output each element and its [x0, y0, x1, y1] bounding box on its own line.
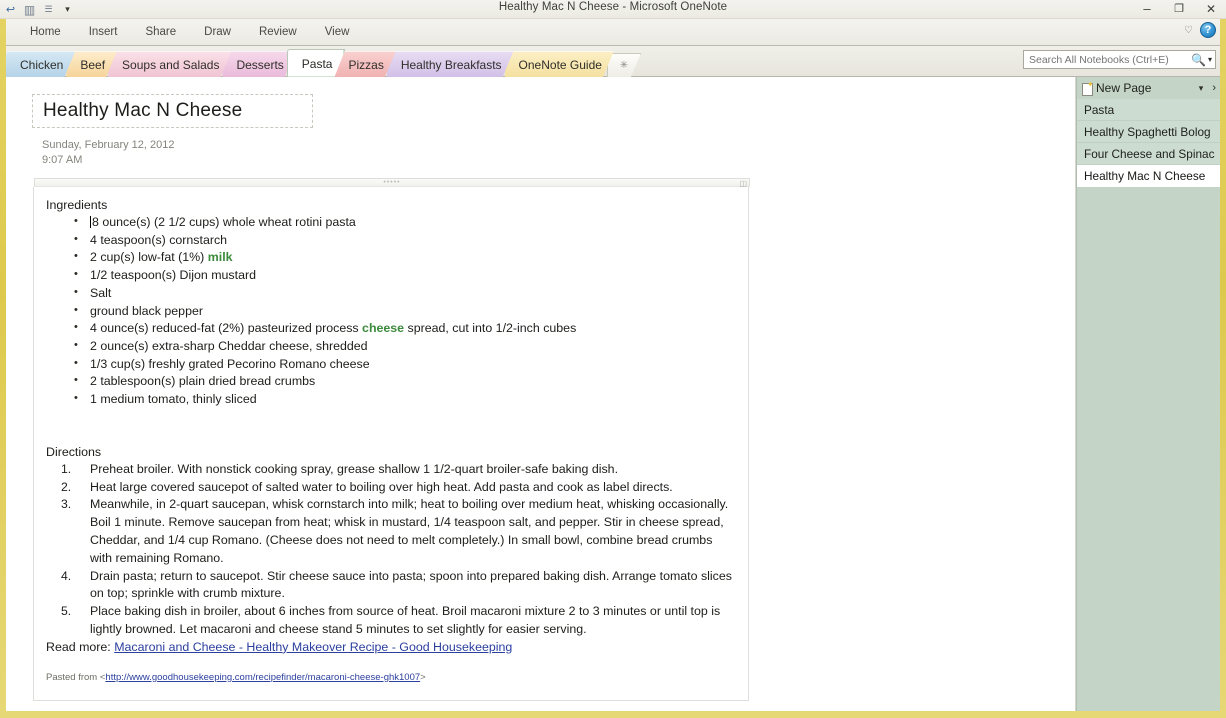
ribbon-options-icon[interactable]: ♡	[1184, 25, 1193, 36]
list-item: 4 teaspoon(s) cornstarch	[52, 232, 736, 250]
note-container[interactable]: ••••• ◫ Ingredients 8 ounce(s) (2 1/2 cu…	[33, 187, 749, 701]
read-more-link[interactable]: Macaroni and Cheese - Healthy Makeover R…	[114, 640, 512, 654]
list-item: Salt	[52, 285, 736, 303]
help-icon[interactable]: ?	[1200, 22, 1216, 38]
section-tab-soups-and-salads[interactable]: Soups and Salads	[108, 51, 231, 77]
section-tab-chicken[interactable]: Chicken	[6, 51, 75, 77]
text-cursor	[90, 216, 91, 228]
new-page-button[interactable]: ✦ New Page ▾ ›	[1077, 77, 1220, 99]
window-controls: – ❐ ✕	[1136, 1, 1222, 16]
directions-list: Preheat broiler. With nonstick cooking s…	[52, 461, 736, 639]
new-page-icon: ✦	[1082, 82, 1093, 95]
list-item: Drain pasta; return to saucepot. Stir ch…	[52, 568, 736, 604]
onenote-window: ↩ ▥ ☰ ▾ Healthy Mac N Cheese - Microsoft…	[0, 0, 1226, 718]
list-item: 8 ounce(s) (2 1/2 cups) whole wheat roti…	[52, 214, 736, 232]
list-item: 1/2 teaspoon(s) Dijon mustard	[52, 267, 736, 285]
ribbon-tab-list: Home Insert Share Draw Review View	[6, 19, 1220, 45]
window-title: Healthy Mac N Cheese - Microsoft OneNote	[0, 1, 1226, 13]
section-tab-list: Chicken Beef Soups and Salads Desserts P…	[6, 49, 641, 77]
pasted-from-prefix: Pasted from <	[46, 672, 105, 683]
list-item: 2 tablespoon(s) plain dried bread crumbs	[52, 373, 736, 391]
ribbon-tab-share[interactable]: Share	[131, 22, 190, 43]
source-url-link[interactable]: http://www.goodhousekeeping.com/recipefi…	[105, 672, 420, 683]
page-time: 9:07 AM	[42, 154, 82, 166]
read-more-line: Read more: Macaroni and Cheese - Healthy…	[46, 640, 736, 654]
list-item: Place baking dish in broiler, about 6 in…	[52, 603, 736, 639]
page-title: Healthy Mac N Cheese	[43, 100, 242, 122]
new-section-icon[interactable]: ✳	[607, 53, 641, 77]
pasted-from-line: Pasted from <http://www.goodhousekeeping…	[46, 672, 736, 683]
ingredients-list: 8 ounce(s) (2 1/2 cups) whole wheat roti…	[52, 214, 736, 409]
search-input[interactable]	[1029, 54, 1189, 66]
ingredients-heading: Ingredients	[46, 198, 736, 212]
search-icon[interactable]: 🔍	[1191, 53, 1206, 67]
list-item: Preheat broiler. With nonstick cooking s…	[52, 461, 736, 479]
section-tab-onenote-guide[interactable]: OneNote Guide	[505, 51, 614, 77]
list-item: Heat large covered saucepot of salted wa…	[52, 479, 736, 497]
page-date: Sunday, February 12, 2012	[42, 139, 175, 151]
page-list-panel: ✦ New Page ▾ › Pasta Healthy Spaghetti B…	[1076, 77, 1220, 711]
note-resize-grip[interactable]: ◫	[739, 179, 747, 188]
section-tab-bar: Chicken Beef Soups and Salads Desserts P…	[6, 46, 1220, 77]
note-handle-dots: •••••	[383, 179, 400, 186]
close-button[interactable]: ✕	[1200, 1, 1222, 16]
ribbon-tab-home[interactable]: Home	[16, 22, 75, 43]
linked-term-cheese[interactable]: cheese	[362, 321, 404, 335]
list-item: 4 ounce(s) reduced-fat (2%) pasteurized …	[52, 320, 736, 338]
ribbon-right-controls: ♡ ?	[1184, 22, 1216, 38]
section-tab-desserts[interactable]: Desserts	[222, 51, 295, 77]
list-item: 1 medium tomato, thinly sliced	[52, 391, 736, 409]
new-page-label: New Page	[1096, 81, 1196, 95]
search-box[interactable]: 🔍 ▾	[1023, 50, 1216, 69]
read-more-label: Read more:	[46, 640, 114, 654]
section-tab-pizzas[interactable]: Pizzas	[334, 51, 395, 77]
ribbon-bar: Home Insert Share Draw Review View ♡ ?	[6, 19, 1220, 46]
list-item: 2 cup(s) low-fat (1%) milk	[52, 249, 736, 267]
ribbon-tab-review[interactable]: Review	[245, 22, 311, 43]
expand-panel-icon[interactable]: ›	[1212, 82, 1216, 94]
search-dropdown-icon[interactable]: ▾	[1208, 55, 1212, 64]
page-title-box[interactable]: Healthy Mac N Cheese	[32, 94, 313, 128]
page-canvas[interactable]: Healthy Mac N Cheese Sunday, February 12…	[6, 77, 1076, 711]
page-list-item-four-cheese-spinach[interactable]: Four Cheese and Spinac	[1077, 143, 1220, 165]
minimize-button[interactable]: –	[1136, 1, 1158, 16]
list-item: 2 ounce(s) extra-sharp Cheddar cheese, s…	[52, 338, 736, 356]
note-body[interactable]: Ingredients 8 ounce(s) (2 1/2 cups) whol…	[34, 187, 748, 689]
list-item: 1/3 cup(s) freshly grated Pecorino Roman…	[52, 356, 736, 374]
new-page-dropdown-icon[interactable]: ▾	[1199, 83, 1204, 94]
page-list-item-pasta[interactable]: Pasta	[1077, 99, 1220, 121]
pasted-from-suffix: >	[420, 672, 426, 683]
ribbon-tab-draw[interactable]: Draw	[190, 22, 245, 43]
note-drag-handle[interactable]: ••••• ◫	[34, 178, 750, 187]
list-item: ground black pepper	[52, 303, 736, 321]
directions-heading: Directions	[46, 445, 736, 459]
linked-term-milk[interactable]: milk	[208, 250, 233, 264]
ribbon-tab-view[interactable]: View	[311, 22, 364, 43]
page-list-item-healthy-mac-n-cheese[interactable]: Healthy Mac N Cheese	[1077, 165, 1220, 187]
section-tab-healthy-breakfasts[interactable]: Healthy Breakfasts	[387, 51, 514, 77]
list-item: Meanwhile, in 2-quart saucepan, whisk co…	[52, 496, 736, 567]
spacer	[46, 409, 736, 445]
title-bar: ↩ ▥ ☰ ▾ Healthy Mac N Cheese - Microsoft…	[0, 0, 1226, 19]
restore-button[interactable]: ❐	[1168, 1, 1190, 16]
page-list-item-healthy-spaghetti[interactable]: Healthy Spaghetti Bolog	[1077, 121, 1220, 143]
ribbon-tab-insert[interactable]: Insert	[75, 22, 132, 43]
